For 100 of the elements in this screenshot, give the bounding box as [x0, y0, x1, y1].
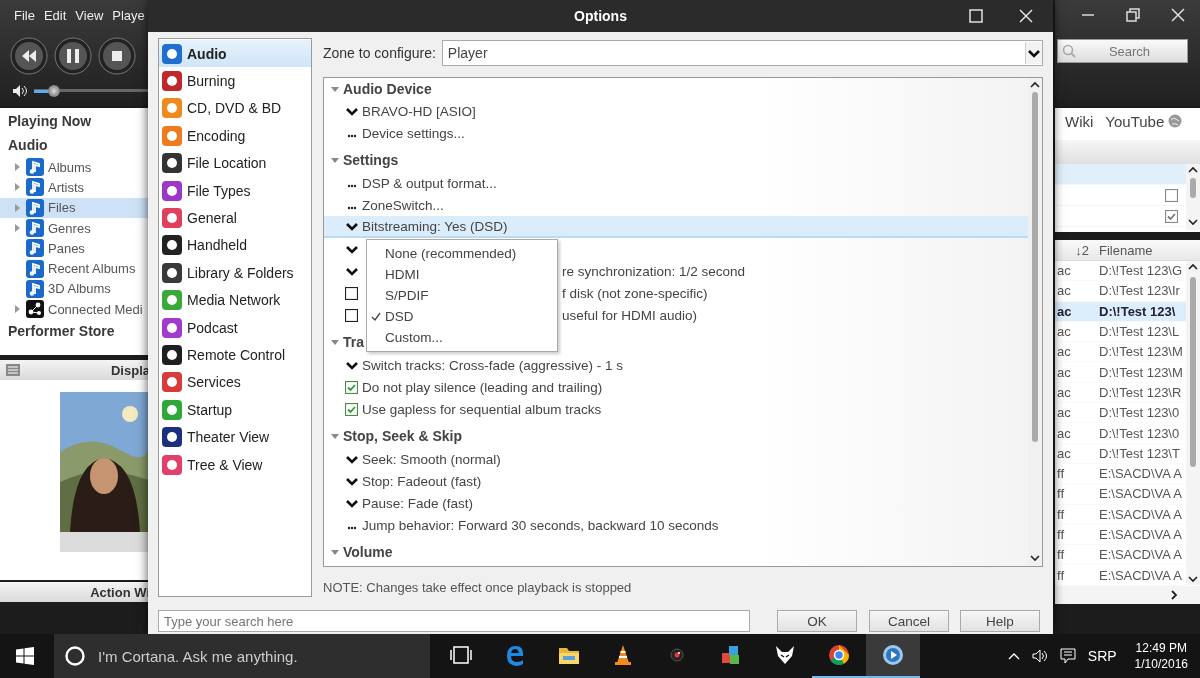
- chevron-down-icon[interactable]: [345, 266, 358, 276]
- link[interactable]: YouTube: [1105, 112, 1165, 130]
- category-item[interactable]: Audio: [159, 40, 311, 68]
- music-note-icon: [26, 279, 44, 298]
- menu-item[interactable]: HDMI: [367, 264, 557, 285]
- slider-thumb[interactable]: [47, 85, 60, 97]
- tree-item[interactable]: Genres: [0, 217, 150, 239]
- close-button[interactable]: [1019, 9, 1033, 23]
- tree-item[interactable]: Artists: [0, 177, 150, 198]
- notification-icon[interactable]: [1059, 648, 1076, 664]
- setting-label[interactable]: useful for HDMI audio): [562, 307, 698, 323]
- checkbox[interactable]: [345, 402, 358, 416]
- speaker-icon[interactable]: [1031, 649, 1048, 663]
- scrollbar[interactable]: [1186, 261, 1200, 585]
- restore-button[interactable]: [1124, 7, 1141, 23]
- tree-item[interactable]: Recent Albums: [0, 258, 150, 279]
- category-item[interactable]: Handheld: [159, 231, 311, 260]
- setting-row[interactable]: Bitstreaming: Yes (DSD): [324, 216, 1028, 238]
- table-row[interactable]: ac D:\!Test 123\: [1055, 301, 1186, 322]
- section-header[interactable]: Volume: [324, 540, 393, 564]
- pause-button[interactable]: [54, 37, 92, 75]
- category-item[interactable]: Theater View: [159, 423, 311, 451]
- scrollbar[interactable]: [1186, 164, 1200, 230]
- section-header[interactable]: Settings: [324, 148, 399, 172]
- tree-item[interactable]: Panes: [0, 238, 150, 259]
- collapse-triangle-icon: [331, 431, 339, 441]
- setting-label[interactable]: f disk (not zone-specific): [562, 285, 708, 301]
- zone-dropdown[interactable]: Player: [441, 40, 1043, 66]
- column-header[interactable]: ↓2: [1055, 242, 1093, 258]
- category-item[interactable]: General: [159, 204, 311, 232]
- checkbox[interactable]: [345, 286, 358, 300]
- menu-item[interactable]: S/PDIF: [367, 285, 557, 306]
- setting-label[interactable]: re synchronization: 1/2 second: [562, 263, 746, 279]
- tree-header[interactable]: Audio: [0, 133, 48, 157]
- tree-item[interactable]: Files: [0, 197, 150, 218]
- table-cell-text: ac: [1056, 263, 1072, 279]
- category-item[interactable]: Startup: [159, 396, 311, 424]
- setting-row[interactable]: Jump behavior: Forward 30 seconds, backward 10 seconds: [324, 514, 1028, 536]
- dialog-button[interactable]: Cancel: [869, 610, 949, 632]
- checkbox[interactable]: [345, 308, 358, 322]
- chevron-up-icon[interactable]: [1007, 652, 1020, 660]
- section-header[interactable]: Tra: [324, 330, 364, 354]
- rewind-button[interactable]: [10, 37, 48, 75]
- setting-row[interactable]: Do not play silence (leading and trailing): [324, 376, 1028, 398]
- tree-item[interactable]: Albums: [0, 157, 150, 178]
- scroll-right-icon[interactable]: [1170, 590, 1178, 600]
- setting-row[interactable]: Stop: Fadeout (fast): [324, 470, 1028, 492]
- category-item[interactable]: Remote Control: [159, 341, 311, 369]
- category-item[interactable]: Services: [159, 368, 311, 397]
- checkbox[interactable]: [345, 380, 358, 394]
- menu-item[interactable]: View: [75, 8, 104, 32]
- tree-header[interactable]: Playing Now: [0, 109, 92, 133]
- windows-logo-icon[interactable]: [16, 647, 34, 665]
- language-indicator[interactable]: SRP: [1087, 648, 1117, 664]
- section-header[interactable]: Audio Device: [324, 78, 432, 100]
- category-item[interactable]: Library & Folders: [159, 259, 311, 287]
- setting-row[interactable]: ZoneSwitch...: [324, 194, 1028, 216]
- setting-row[interactable]: Seek: Smooth (normal): [324, 448, 1028, 470]
- tree-item[interactable]: Connected Medi: [0, 299, 150, 320]
- menu-item[interactable]: None (recommended): [367, 243, 557, 264]
- checkbox[interactable]: [1165, 188, 1178, 202]
- category-item[interactable]: CD, DVD & BD: [159, 94, 311, 123]
- setting-row[interactable]: DSP & output format...: [324, 172, 1028, 194]
- checkbox[interactable]: [1165, 209, 1178, 223]
- menu-item[interactable]: File: [14, 8, 35, 32]
- setting-row[interactable]: Use gapless for sequential album tracks: [324, 398, 1028, 420]
- link[interactable]: Wiki: [1065, 112, 1094, 130]
- dialog-button[interactable]: OK: [777, 610, 857, 632]
- category-item[interactable]: Burning: [159, 67, 311, 95]
- category-item[interactable]: File Location: [159, 149, 311, 177]
- setting-row[interactable]: Pause: Fade (fast): [324, 492, 1028, 514]
- section-header[interactable]: Stop, Seek & Skip: [324, 424, 463, 448]
- category-item[interactable]: Podcast: [159, 313, 311, 342]
- setting-row[interactable]: Device settings...: [324, 122, 1028, 144]
- category-item[interactable]: Encoding: [159, 122, 311, 150]
- close-button[interactable]: [1169, 7, 1186, 23]
- category-item[interactable]: File Types: [159, 176, 311, 205]
- taskbar-button[interactable]: [866, 634, 920, 678]
- table-cell-text: D:\!Test 123\0: [1098, 405, 1180, 421]
- clock[interactable]: 12:49 PM 1/10/2016: [1128, 640, 1188, 672]
- category-item[interactable]: Media Network: [159, 286, 311, 314]
- search-field[interactable]: Type your search here: [158, 610, 750, 632]
- list-icon: [6, 364, 20, 376]
- menu-item[interactable]: Custom...: [367, 327, 557, 348]
- maximize-button[interactable]: [969, 9, 983, 23]
- menu-item[interactable]: Edit: [43, 8, 67, 32]
- dialog-button[interactable]: Help: [960, 610, 1040, 632]
- setting-row[interactable]: Switch tracks: Cross-fade (aggressive) - 1 s: [324, 354, 1028, 376]
- setting-row[interactable]: BRAVO-HD [ASIO]: [324, 100, 1028, 122]
- search-field[interactable]: Search: [1057, 39, 1188, 63]
- table-cell-text: ff: [1056, 567, 1065, 583]
- stop-button[interactable]: [98, 37, 136, 75]
- menu-item[interactable]: DSD: [367, 306, 557, 327]
- tree-header[interactable]: Performer Store: [0, 319, 115, 344]
- column-header[interactable]: Filename: [1093, 242, 1153, 258]
- tree-item[interactable]: 3D Albums: [0, 278, 150, 300]
- menu-item[interactable]: Playe: [112, 8, 145, 32]
- cortana-search-box[interactable]: I'm Cortana. Ask me anything.: [54, 634, 430, 678]
- category-item[interactable]: Tree & View: [159, 450, 311, 479]
- chevron-down-icon[interactable]: [345, 244, 358, 254]
